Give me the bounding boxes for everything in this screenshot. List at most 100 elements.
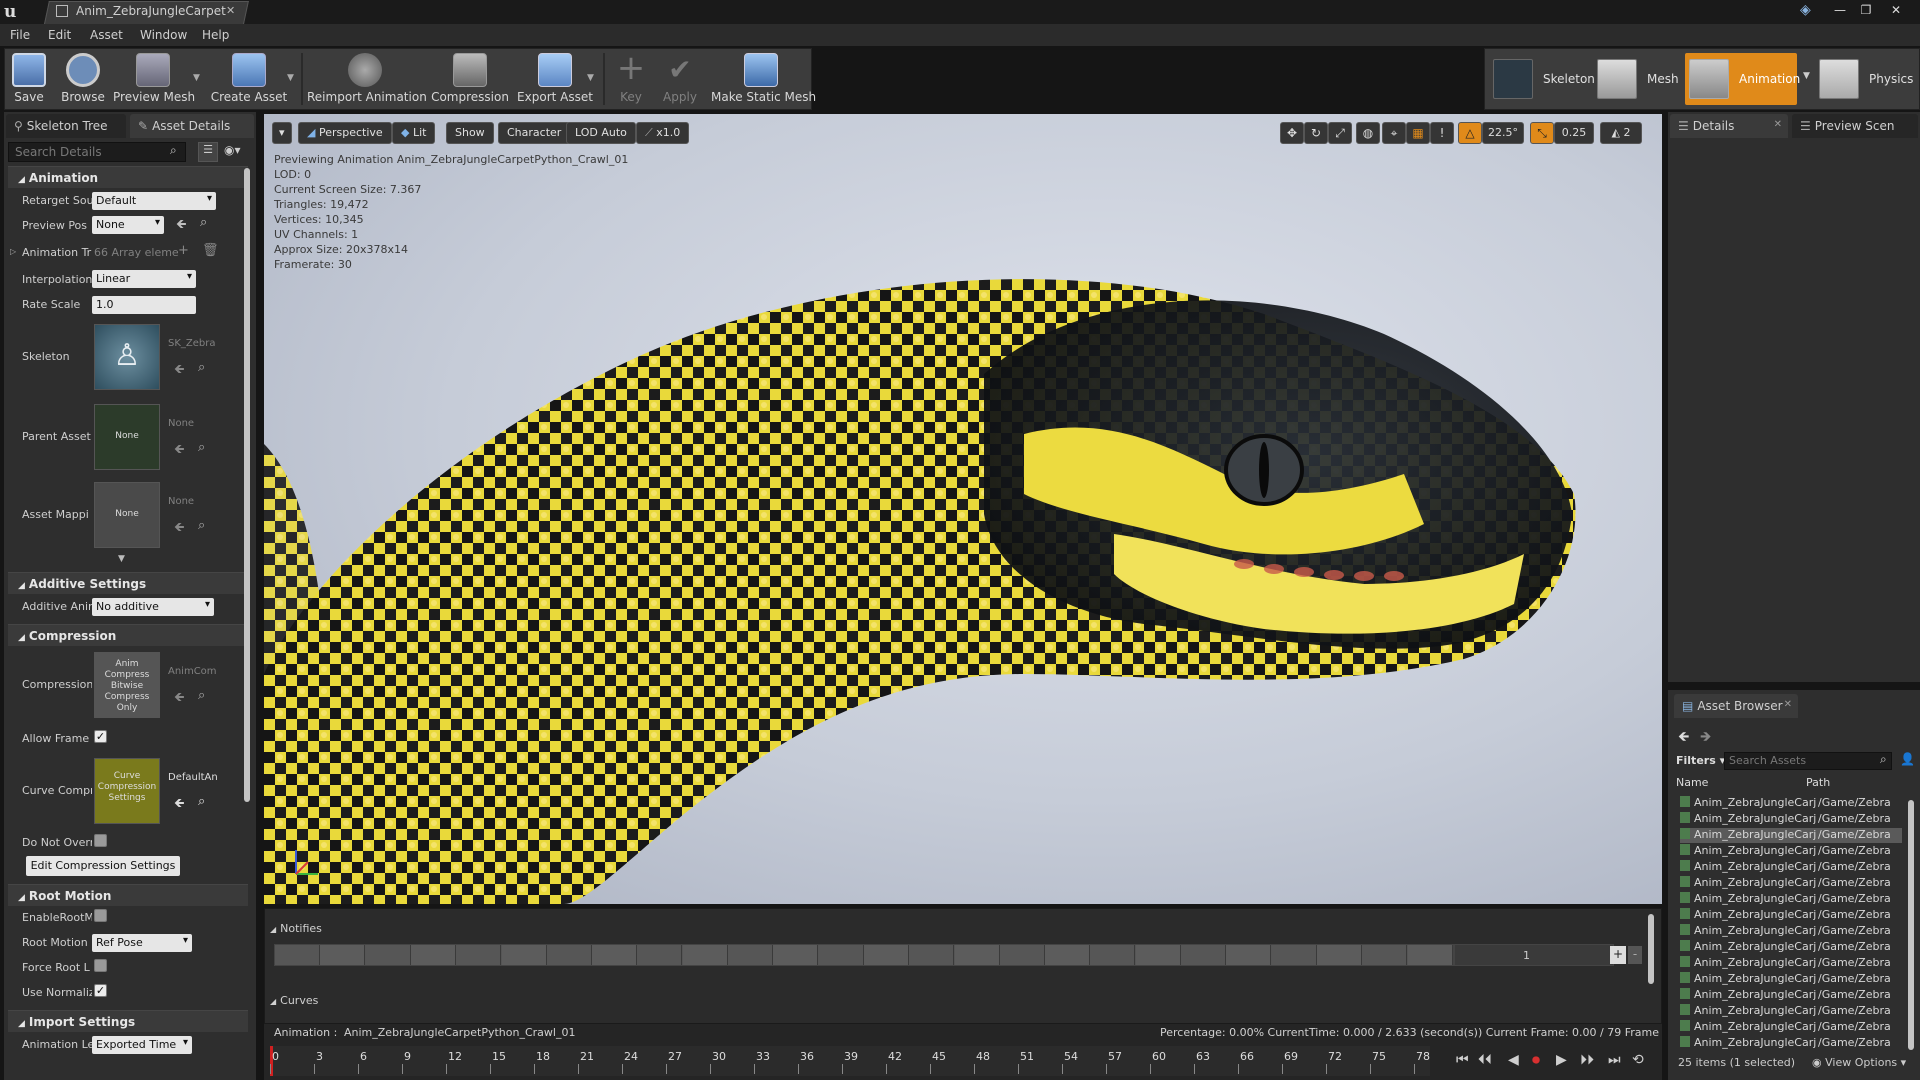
tab-details[interactable]: ☰ Details ✕ bbox=[1670, 114, 1788, 138]
browse-magnifier-icon[interactable]: ⌕ bbox=[198, 518, 205, 533]
delete-elements-icon[interactable]: 🗑 bbox=[202, 243, 219, 258]
asset-list-scrollbar[interactable] bbox=[1908, 800, 1914, 1050]
save-button[interactable]: Save bbox=[5, 49, 53, 109]
translate-icon[interactable]: ✥ bbox=[1280, 122, 1304, 144]
category-additive-settings[interactable]: ◢ Additive Settings bbox=[8, 572, 248, 594]
curve-compression-value[interactable]: DefaultAn bbox=[168, 772, 218, 783]
close-tab-icon[interactable]: ✕ bbox=[1774, 119, 1782, 130]
mode-skeleton[interactable]: Skeleton bbox=[1489, 53, 1595, 105]
parent-asset-value[interactable]: None bbox=[168, 418, 194, 429]
user-icon[interactable]: 👤 bbox=[1900, 752, 1915, 766]
notify-cell[interactable] bbox=[818, 945, 864, 965]
preview-mesh-button[interactable]: Preview Mesh bbox=[113, 49, 195, 109]
lod-button[interactable]: LOD Auto bbox=[566, 122, 636, 144]
list-item[interactable]: Anim_ZebraJungleCarj/Game/Zebra bbox=[1680, 972, 1902, 987]
create-asset-dropdown-icon[interactable]: ▼ bbox=[287, 73, 294, 83]
notify-track[interactable] bbox=[274, 944, 1454, 966]
list-item[interactable]: Anim_ZebraJungleCarj/Game/Zebra bbox=[1680, 908, 1902, 923]
list-item[interactable]: Anim_ZebraJungleCarj/Game/Zebra bbox=[1680, 1036, 1902, 1051]
playback-speed-button[interactable]: ⟋ x1.0 bbox=[636, 122, 690, 144]
edit-compression-settings-button[interactable]: Edit Compression Settings bbox=[26, 856, 180, 876]
use-selected-arrow-icon[interactable]: 🡸 bbox=[174, 688, 185, 710]
category-import-settings[interactable]: ◢ Import Settings bbox=[8, 1010, 248, 1032]
notify-cell[interactable] bbox=[501, 945, 547, 965]
minimize-icon[interactable]: — bbox=[1832, 3, 1848, 17]
export-dropdown-icon[interactable]: ▼ bbox=[587, 73, 594, 83]
list-item[interactable]: Anim_ZebraJungleCarj/Game/Zebra bbox=[1680, 796, 1902, 811]
surface-snap-icon[interactable]: ⌖ bbox=[1382, 122, 1406, 144]
asset-mapping-value[interactable]: None bbox=[168, 496, 194, 507]
animation-length-combo[interactable]: Exported Time bbox=[92, 1036, 192, 1054]
notify-cell[interactable] bbox=[592, 945, 638, 965]
list-item[interactable]: Anim_ZebraJungleCarj/Game/Zebra bbox=[1680, 876, 1902, 891]
notify-cell[interactable] bbox=[456, 945, 502, 965]
notify-cell[interactable] bbox=[320, 945, 366, 965]
scale-icon[interactable]: ⤢ bbox=[1328, 122, 1352, 144]
notify-cell[interactable] bbox=[909, 945, 955, 965]
forward-arrow-icon[interactable]: 🡺 bbox=[1700, 726, 1711, 750]
loop-icon[interactable]: ⟲ bbox=[1632, 1052, 1644, 1068]
tab-skeleton-tree[interactable]: ⚲ Skeleton Tree bbox=[6, 114, 126, 138]
notify-cell[interactable] bbox=[1090, 945, 1136, 965]
step-forward-icon[interactable]: ⏵⏵ bbox=[1580, 1052, 1594, 1068]
use-normalized-checkbox[interactable]: ✓ bbox=[94, 984, 107, 997]
list-item[interactable]: Anim_ZebraJungleCarj/Game/Zebra bbox=[1680, 956, 1902, 971]
tab-preview-scene[interactable]: ☰ Preview Scen bbox=[1792, 114, 1918, 138]
world-local-icon[interactable]: ◍ bbox=[1356, 122, 1380, 144]
menu-file[interactable]: File bbox=[10, 28, 30, 42]
preview-viewport[interactable]: ▾ ◢ Perspective ◆ Lit Show Character LOD… bbox=[264, 114, 1662, 904]
additive-anim-type-combo[interactable]: No additive bbox=[92, 598, 214, 616]
key-button[interactable]: + Key bbox=[609, 49, 653, 109]
grid-snap-icon[interactable]: ▦ bbox=[1406, 122, 1430, 144]
notify-cell[interactable] bbox=[637, 945, 683, 965]
reimport-animation-button[interactable]: Reimport Animation bbox=[307, 49, 427, 109]
notify-cell[interactable] bbox=[863, 945, 909, 965]
notify-cell[interactable] bbox=[275, 945, 320, 965]
notify-cell[interactable] bbox=[1362, 945, 1408, 965]
notify-cell[interactable] bbox=[1226, 945, 1272, 965]
close-tab-icon[interactable]: ✕ bbox=[1784, 699, 1792, 710]
preview-pose-combo[interactable]: None bbox=[92, 216, 164, 234]
notify-cell[interactable] bbox=[365, 945, 411, 965]
camera-speed-button[interactable]: ◭ 2 bbox=[1600, 122, 1642, 144]
export-asset-button[interactable]: Export Asset bbox=[513, 49, 597, 109]
use-selected-arrow-icon[interactable]: 🡸 bbox=[176, 215, 187, 237]
do-not-override-checkbox[interactable] bbox=[94, 834, 107, 847]
mode-animation[interactable]: Animation bbox=[1685, 53, 1800, 105]
lit-button[interactable]: ◆ Lit bbox=[392, 122, 436, 144]
browse-magnifier-icon[interactable]: ⌕ bbox=[198, 794, 205, 809]
browse-button[interactable]: Browse bbox=[57, 49, 109, 109]
view-options-button[interactable]: ◉ View Options ▾ bbox=[1812, 1056, 1906, 1069]
notify-cell[interactable] bbox=[954, 945, 1000, 965]
curves-header[interactable]: ◢ Curves bbox=[270, 994, 318, 1007]
browse-magnifier-icon[interactable]: ⌕ bbox=[198, 440, 205, 455]
notifies-header[interactable]: ◢ Notifies bbox=[270, 922, 322, 935]
notify-cell[interactable] bbox=[999, 945, 1045, 965]
notify-cell[interactable] bbox=[546, 945, 592, 965]
force-root-lock-checkbox[interactable] bbox=[94, 959, 107, 972]
interpolation-combo[interactable]: Linear bbox=[92, 270, 196, 288]
list-item[interactable]: Anim_ZebraJungleCarj/Game/Zebra bbox=[1680, 940, 1902, 955]
record-icon[interactable]: ⏺ bbox=[1532, 1050, 1540, 1070]
track-number-field[interactable]: 1 bbox=[1454, 944, 1614, 966]
scale-snap-icon[interactable]: ⤡ bbox=[1530, 122, 1554, 144]
enable-root-motion-checkbox[interactable] bbox=[94, 909, 107, 922]
parent-asset-thumbnail[interactable]: None bbox=[94, 404, 160, 470]
grid-size-icon[interactable]: ! bbox=[1430, 122, 1454, 144]
restore-icon[interactable]: ❐ bbox=[1858, 3, 1874, 17]
tab-asset-details[interactable]: ✎ Asset Details bbox=[130, 114, 254, 138]
use-selected-arrow-icon[interactable]: 🡸 bbox=[174, 794, 185, 816]
column-path-header[interactable]: Path bbox=[1806, 776, 1830, 789]
notify-cell[interactable] bbox=[1135, 945, 1181, 965]
list-item[interactable]: Anim_ZebraJungleCarj/Game/Zebra bbox=[1680, 1004, 1902, 1019]
retarget-source-combo[interactable]: Default bbox=[92, 192, 216, 210]
list-item[interactable]: Anim_ZebraJungleCarj/Game/Zebra bbox=[1680, 844, 1902, 859]
list-item[interactable]: Anim_ZebraJungleCarj/Game/Zebra bbox=[1680, 812, 1902, 827]
viewport-options-dropdown[interactable]: ▾ bbox=[272, 122, 292, 144]
category-animation[interactable]: ◢ Animation bbox=[8, 166, 248, 188]
allow-frame-stripping-checkbox[interactable]: ✓ bbox=[94, 730, 107, 743]
preview-mesh-dropdown-icon[interactable]: ▼ bbox=[193, 73, 200, 83]
filters-button[interactable]: Filters ▾ bbox=[1676, 754, 1725, 767]
compression-scheme-thumbnail[interactable]: Anim Compress Bitwise Compress Only bbox=[94, 652, 160, 718]
notify-cell[interactable] bbox=[1045, 945, 1091, 965]
